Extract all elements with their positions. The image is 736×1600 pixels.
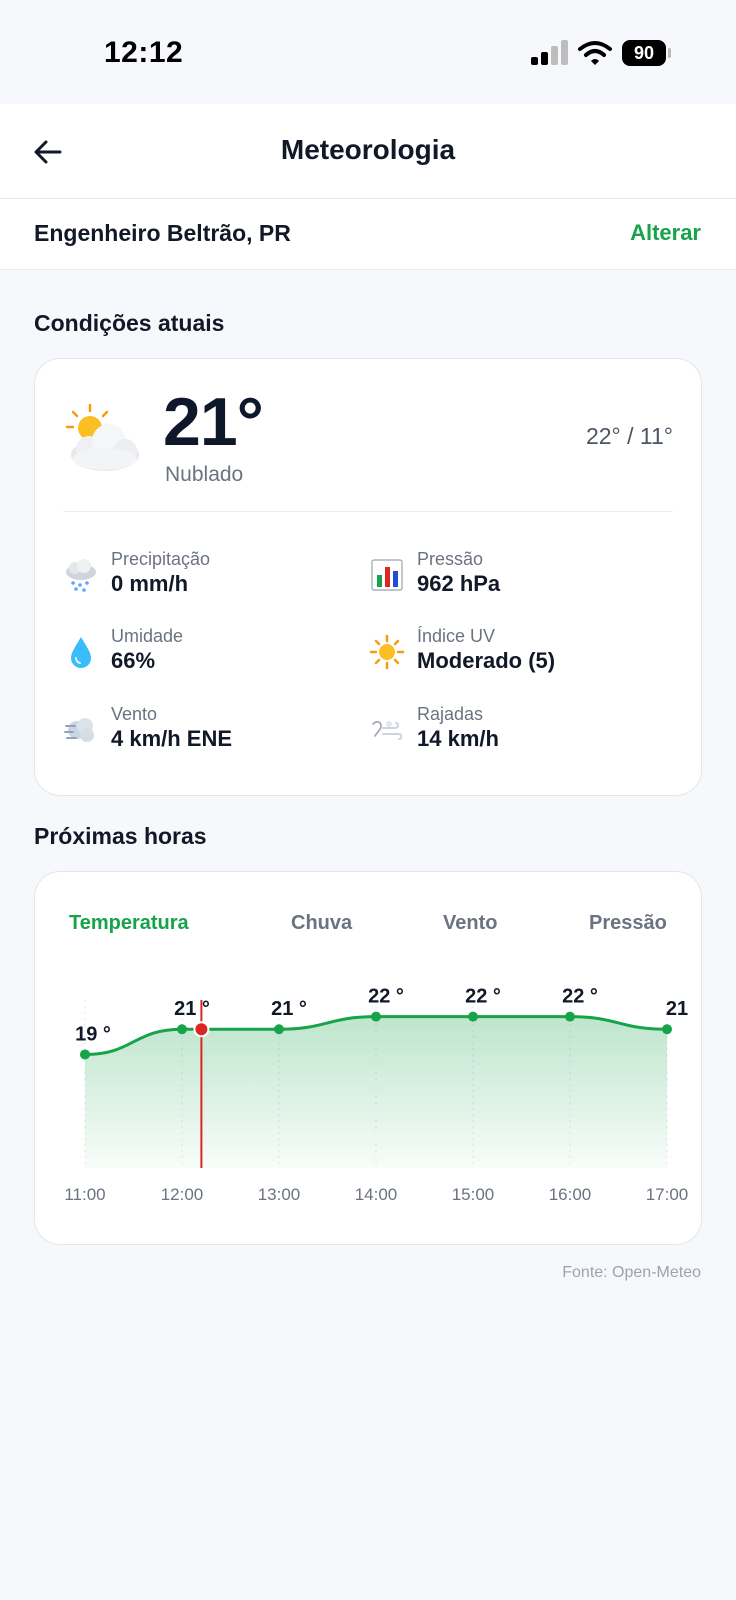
metric-gusts: Rajadas 14 km/h (369, 704, 669, 760)
location-bar: Engenheiro Beltrão, PR Alterar (0, 199, 736, 270)
x-tick-label: 17:00 (646, 1185, 689, 1204)
temperature-range: 22° / 11° (585, 423, 673, 449)
metric-label: Rajadas (417, 704, 484, 724)
temperature-chart: 19 ° 11:00 21 ° 12:00 21 ° 13:00 22 ° 14:00 22 °… (64, 986, 689, 1204)
metric-label: Vento (111, 704, 158, 724)
x-tick-label: 12:00 (161, 1185, 204, 1204)
change-location-button[interactable]: Alterar (630, 220, 701, 246)
card-divider (63, 511, 673, 512)
forecast-card: Temperatura Chuva Vento Pressão 19 ° 11:0… (34, 871, 702, 1245)
metric-value: 962 hPa (417, 571, 501, 596)
data-point (177, 1024, 187, 1035)
data-label: 21 ° (271, 998, 307, 1020)
metric-wind: Vento 4 km/h ENE (63, 704, 363, 760)
data-point (468, 1011, 478, 1022)
metric-label: Umidade (111, 626, 184, 646)
data-point (371, 1011, 381, 1022)
metric-uv-index: Índice UV Moderado (5) (369, 626, 669, 682)
data-point (565, 1011, 575, 1022)
status-bar: 12:12 90 (0, 0, 736, 104)
app-header: Meteorologia (0, 104, 736, 199)
x-tick-label: 14:00 (355, 1185, 398, 1204)
plot-area (80, 1011, 672, 1168)
location-name: Engenheiro Beltrão, PR (34, 220, 291, 246)
page-title: Meteorologia (280, 134, 456, 165)
current-description: Nublado (165, 463, 244, 486)
metric-value: Moderado (5) (417, 648, 556, 673)
x-tick-label: 13:00 (258, 1185, 301, 1204)
data-point (274, 1024, 284, 1035)
data-label: 22 ° (562, 986, 598, 1008)
data-label: 22 ° (368, 986, 404, 1008)
metric-pressure: Pressão 962 hPa (369, 549, 669, 605)
metric-value: 14 km/h (417, 726, 499, 751)
x-tick-label: 11:00 (64, 1185, 105, 1204)
metric-value: 4 km/h ENE (111, 726, 233, 751)
current-conditions-title: Condições atuais (34, 310, 225, 336)
metric-value: 66% (111, 648, 156, 673)
current-time-dot (193, 1021, 210, 1038)
metric-label: Índice UV (417, 626, 496, 646)
battery-tip (668, 48, 671, 58)
data-point (80, 1049, 90, 1060)
sun-icon (369, 634, 405, 670)
data-label: 21 (666, 998, 688, 1020)
x-tick-label: 15:00 (452, 1185, 495, 1204)
metric-label: Precipitação (111, 549, 211, 569)
metric-label: Pressão (417, 549, 484, 569)
data-label: 19 ° (75, 1023, 111, 1045)
temperature-area (85, 1016, 667, 1168)
metric-precipitation: Precipitação 0 mm/h (63, 549, 363, 605)
data-label: 21 ° (174, 998, 210, 1020)
current-temperature: 21° (163, 384, 264, 460)
data-label: 22 ° (465, 986, 501, 1008)
bar-chart-icon (371, 559, 403, 591)
droplet-icon (71, 637, 91, 668)
battery-indicator: 90 (622, 40, 671, 66)
signal-icon (531, 40, 568, 65)
partly-cloudy-icon (65, 403, 139, 471)
data-point (662, 1024, 672, 1035)
battery-level: 90 (633, 42, 655, 63)
wind-icon (64, 718, 94, 742)
x-tick-label: 16:00 (549, 1185, 592, 1204)
metric-humidity: Umidade 66% (63, 626, 363, 682)
metric-value: 0 mm/h (111, 571, 189, 596)
snow-cloud-icon (66, 559, 96, 592)
status-time: 12:12 (104, 36, 184, 69)
status-icons: 90 (530, 38, 671, 68)
current-conditions-card: 21° Nublado 22° / 11° Precipitação 0 mm/… (34, 358, 702, 796)
wifi-icon (578, 41, 612, 65)
gust-icon (372, 721, 403, 740)
next-hours-title: Próximas horas (34, 823, 207, 849)
source-note: Fonte: Open-Meteo (562, 1264, 701, 1281)
